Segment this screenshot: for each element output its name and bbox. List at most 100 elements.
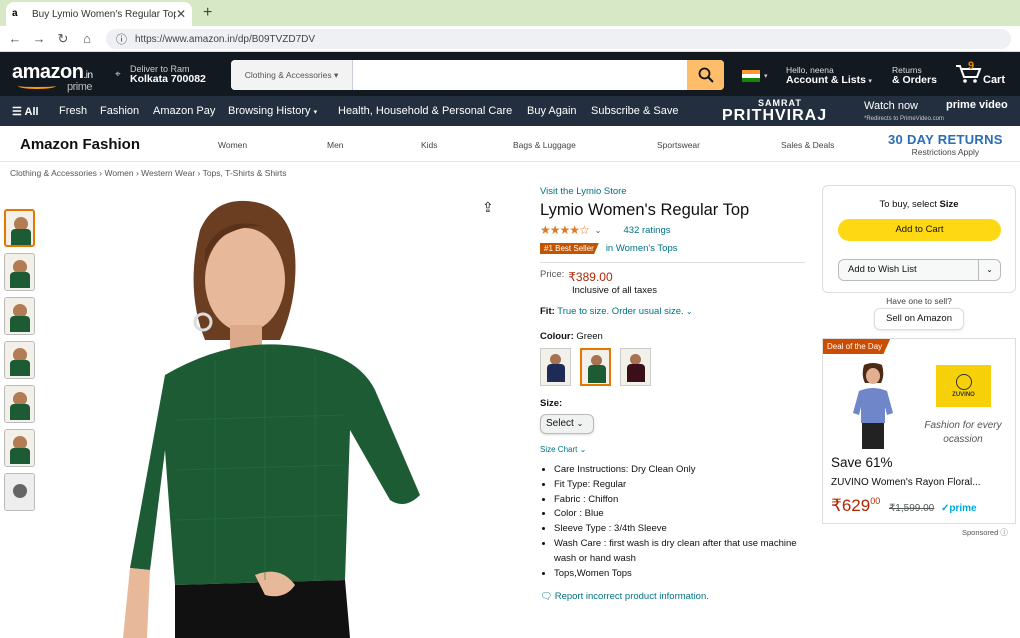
ad-product-name[interactable]: ZUVINO Women's Rayon Floral...	[831, 477, 981, 488]
colour-row: Colour: Green	[540, 331, 805, 342]
orders-line2: & Orders	[892, 74, 937, 86]
smile-icon	[18, 83, 56, 89]
url-field[interactable]: ⓘ https://www.amazon.in/dp/B09TVZD7DV	[106, 29, 1011, 49]
ad-save: Save 61%	[831, 455, 893, 470]
rating-caret-icon[interactable]: ⌄	[595, 226, 602, 235]
fit-value[interactable]: True to size. Order usual size.	[557, 306, 683, 317]
feature-bullet: Care Instructions: Dry Clean Only	[554, 463, 805, 478]
colour-swatch-blue[interactable]	[540, 348, 571, 386]
best-seller-badge: #1 Best Seller	[540, 243, 599, 254]
sponsored-label[interactable]: Sponsored ⓘ	[962, 527, 1008, 538]
browser-tab[interactable]: a Buy Lymio Women's Regular Top ✕	[6, 2, 192, 26]
search-input[interactable]	[353, 60, 687, 90]
amazon-fashion-brand[interactable]: Amazon Fashion	[20, 136, 140, 153]
ad-product-image	[853, 363, 893, 449]
amazon-logo[interactable]: amazon.in prime	[12, 61, 93, 93]
best-seller-row: #1 Best Seller in Women's Tops	[540, 243, 805, 254]
fashion-link-sales[interactable]: Sales & Deals	[781, 140, 834, 150]
chevron-down-icon[interactable]: ⌄	[978, 260, 1000, 280]
store-link[interactable]: Visit the Lymio Store	[540, 186, 805, 197]
cart-button[interactable]: 9 Cart	[955, 60, 1005, 89]
returns-orders[interactable]: Returns & Orders	[892, 65, 937, 85]
sponsored-ad[interactable]: Deal of the Day ZUVINO Fashion for every…	[822, 338, 1016, 524]
nav-subscribe-save[interactable]: Subscribe & Save	[591, 105, 678, 117]
size-select[interactable]: Select ⌄	[540, 414, 594, 434]
fashion-link-sportswear[interactable]: Sportswear	[657, 140, 700, 150]
size-select-value: Select	[546, 418, 574, 429]
product-details: Visit the Lymio Store Lymio Women's Regu…	[540, 186, 805, 602]
thumbnail-image[interactable]	[4, 429, 35, 467]
ad-price-old: ₹1,599.00	[888, 503, 935, 514]
logo-prime: prime	[67, 81, 93, 93]
thumbnail-image[interactable]	[4, 209, 35, 247]
size-chart-link[interactable]: Size Chart ⌄	[540, 445, 805, 454]
thumbnail-image[interactable]	[4, 341, 35, 379]
nav-browsing-history[interactable]: Browsing History ▾	[228, 105, 317, 117]
prime-video-promo[interactable]: SAMRAT PRITHVIRAJ Watch now prime video …	[722, 96, 1020, 126]
share-icon[interactable]: ⇪	[482, 199, 494, 216]
close-tab-icon[interactable]: ✕	[176, 7, 186, 21]
buy-prompt-text: To buy, select	[879, 199, 937, 210]
thumbnail-image[interactable]	[4, 385, 35, 423]
deliver-to[interactable]: ⌖ Deliver to Ram Kolkata 700082	[115, 64, 206, 85]
language-caret-icon[interactable]: ▾	[764, 72, 768, 80]
fashion-link-kids[interactable]: Kids	[421, 140, 438, 150]
search-category-label: Clothing & Accessories	[244, 70, 332, 80]
account-label: Account & Lists	[786, 74, 866, 86]
search-bar: Clothing & Accessories ▾	[231, 60, 724, 90]
zuvino-logo: ZUVINO	[936, 365, 991, 407]
breadcrumb[interactable]: Clothing & Accessories › Women › Western…	[10, 168, 287, 178]
india-flag-icon[interactable]	[742, 70, 760, 82]
main-product-image[interactable]	[105, 190, 435, 638]
thumbnail-image[interactable]	[4, 253, 35, 291]
colour-value: Green	[576, 331, 603, 342]
size-chart-label: Size Chart	[540, 445, 578, 454]
add-to-cart-button[interactable]: Add to Cart	[838, 219, 1001, 241]
nav-amazon-pay[interactable]: Amazon Pay	[153, 105, 215, 117]
thumbnail-image[interactable]	[4, 297, 35, 335]
thumbnail-360-view[interactable]	[4, 473, 35, 511]
nav-health[interactable]: Health, Household & Personal Care	[338, 105, 512, 117]
colour-swatch-maroon[interactable]	[620, 348, 651, 386]
back-icon[interactable]: ←	[3, 31, 27, 46]
reload-icon[interactable]: ↻	[51, 31, 75, 47]
returns-title: 30 DAY RETURNS	[888, 132, 1003, 147]
logo-suffix: .in	[83, 70, 93, 81]
location-pin-icon: ⌖	[115, 69, 121, 80]
price-value: ₹389.00	[568, 270, 613, 284]
report-link[interactable]: 🗨 Report incorrect product information.	[540, 591, 805, 602]
ratings-count[interactable]: 432 ratings	[624, 225, 671, 236]
info-icon[interactable]: ⓘ	[1000, 528, 1008, 537]
add-to-wish-list-button[interactable]: Add to Wish List ⌄	[838, 259, 1001, 281]
amazon-favicon-icon: a	[12, 8, 18, 19]
buy-prompt-bold: Size	[939, 199, 959, 210]
home-icon[interactable]: ⌂	[75, 31, 99, 46]
wish-list-label: Add to Wish List	[848, 264, 917, 275]
fashion-link-bags[interactable]: Bags & Luggage	[513, 140, 576, 150]
search-icon	[698, 67, 714, 83]
fashion-link-women[interactable]: Women	[218, 140, 247, 150]
returns-banner[interactable]: 30 DAY RETURNS Restrictions Apply	[888, 132, 1003, 157]
site-info-icon[interactable]: ⓘ	[116, 31, 127, 47]
nav-all[interactable]: ☰ All	[12, 105, 39, 118]
cart-label: Cart	[983, 74, 1006, 86]
nav-fashion[interactable]: Fashion	[100, 105, 139, 117]
colour-swatch-green[interactable]	[580, 348, 611, 386]
product-title: Lymio Women's Regular Top	[540, 201, 750, 219]
comment-icon: 🗨	[540, 591, 553, 603]
forward-icon[interactable]: →	[27, 31, 51, 46]
browser-tab-strip: a Buy Lymio Women's Regular Top ✕ +	[0, 0, 1020, 26]
search-category-select[interactable]: Clothing & Accessories ▾	[231, 60, 353, 90]
feature-bullets: Care Instructions: Dry Clean Only Fit Ty…	[554, 463, 805, 581]
ad-tagline: Fashion for every ocassion	[924, 420, 1002, 445]
nav-fresh[interactable]: Fresh	[59, 105, 87, 117]
nav-buy-again[interactable]: Buy Again	[527, 105, 577, 117]
best-seller-category[interactable]: in Women's Tops	[606, 243, 678, 254]
sell-on-amazon-button[interactable]: Sell on Amazon	[874, 308, 964, 330]
fashion-link-men[interactable]: Men	[327, 140, 344, 150]
new-tab-button[interactable]: +	[203, 4, 212, 22]
search-button[interactable]	[687, 60, 724, 90]
deliver-line2: Kolkata 700082	[130, 73, 206, 85]
account-lists[interactable]: Hello, neena Account & Lists ▾	[786, 65, 872, 87]
star-rating-icon[interactable]: ★★★★☆	[540, 223, 590, 237]
